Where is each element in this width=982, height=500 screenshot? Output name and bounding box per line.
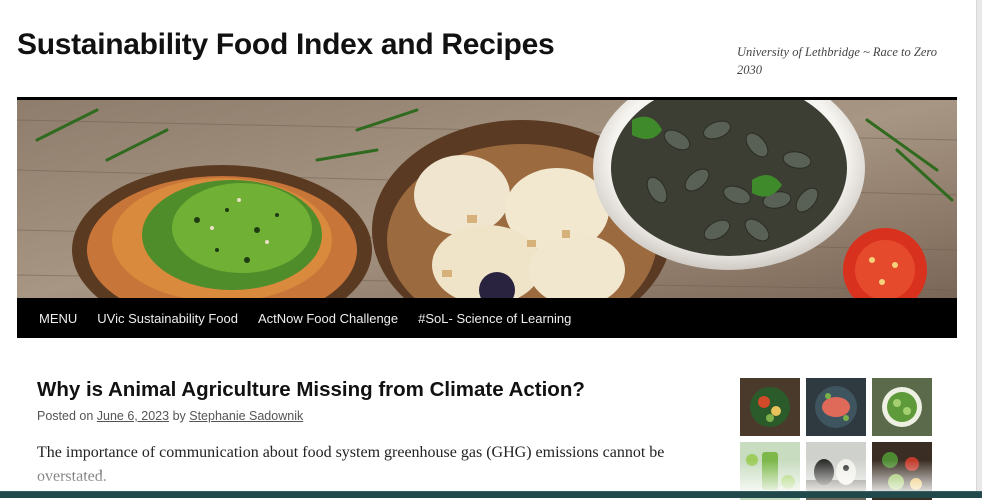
salad-bowl-image[interactable]: [740, 378, 800, 436]
sidebar-thumbnail-grid: [740, 378, 932, 500]
nav-item-menu[interactable]: MENU: [17, 311, 87, 326]
nav-item-science-of-learning[interactable]: #SoL- Science of Learning: [408, 311, 581, 326]
by-label: by: [172, 409, 186, 423]
main-navigation: MENU UVic Sustainability Food ActNow Foo…: [17, 298, 957, 338]
salmon-plate-image[interactable]: [806, 378, 866, 436]
post-date-link[interactable]: June 6, 2023: [97, 409, 169, 423]
site-title[interactable]: Sustainability Food Index and Recipes: [17, 28, 555, 62]
nav-item-uvic-sustainability-food[interactable]: UVic Sustainability Food: [87, 311, 248, 326]
post-excerpt: The importance of communication about fo…: [37, 444, 665, 485]
nav-item-actnow-food-challenge[interactable]: ActNow Food Challenge: [248, 311, 408, 326]
site-tagline: University of Lethbridge ~ Race to Zero …: [737, 45, 938, 77]
header-banner-image: [17, 100, 957, 298]
page-scrollbar[interactable]: [976, 0, 982, 497]
greens-bowl-image[interactable]: [872, 378, 932, 436]
posted-on-label: Posted on: [37, 409, 94, 423]
post-title[interactable]: Why is Animal Agriculture Missing from C…: [37, 378, 585, 402]
post-meta: Posted on June 6, 2023 by Stephanie Sado…: [37, 409, 303, 423]
post-author-link[interactable]: Stephanie Sadownik: [189, 409, 303, 423]
